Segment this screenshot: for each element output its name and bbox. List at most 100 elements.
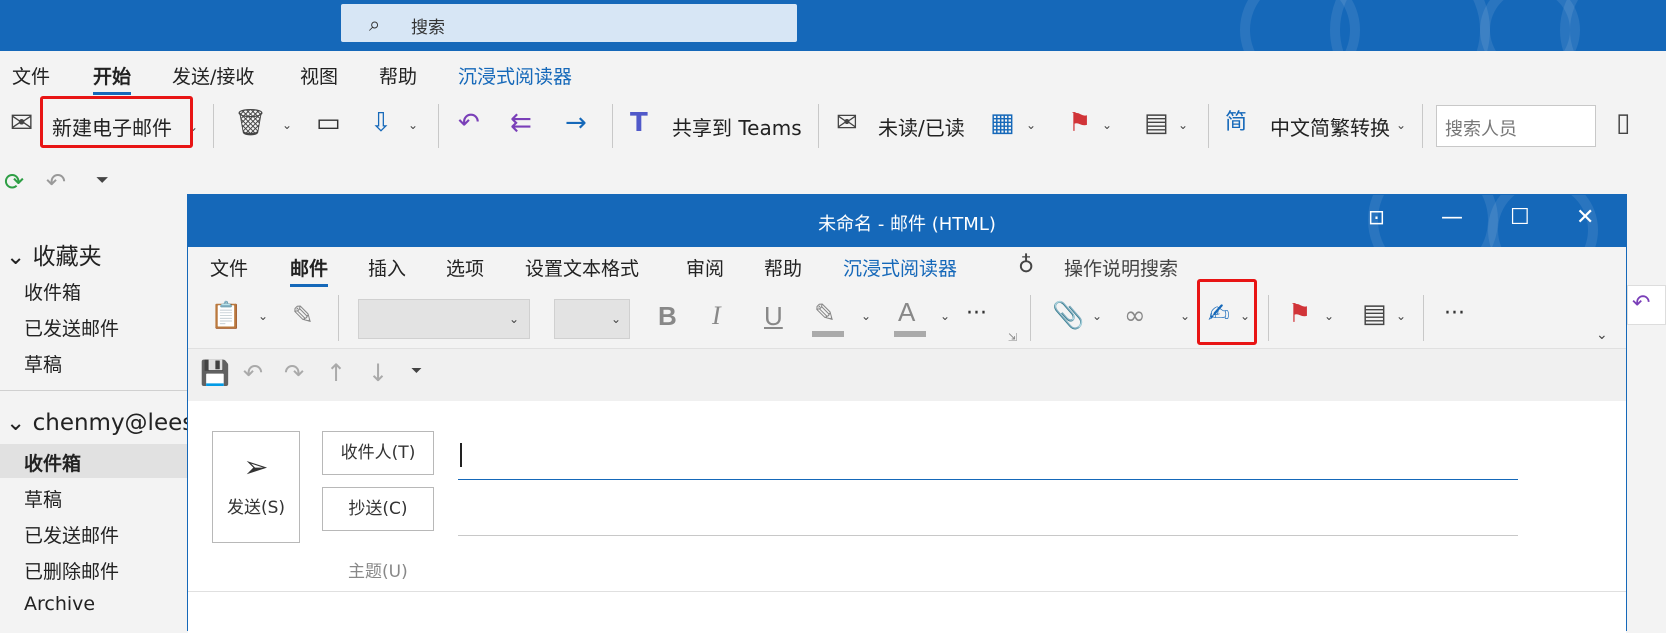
close-icon[interactable]: ✕	[1576, 205, 1594, 230]
bold-button[interactable]: B	[658, 301, 677, 331]
compose-menu-review[interactable]: 审阅	[686, 254, 724, 281]
chevron-down-icon[interactable]: ⌄	[282, 118, 292, 132]
delete-icon[interactable]: 🗑	[234, 108, 267, 138]
folder-item-sent[interactable]: 已发送邮件	[24, 314, 119, 341]
share-to-teams-button[interactable]: 共享到 Teams	[672, 112, 802, 141]
chevron-down-icon[interactable]: ⌄	[1092, 309, 1102, 323]
cc-field[interactable]	[458, 491, 1518, 535]
customize-toolbar-icon[interactable]: ⏷	[96, 170, 109, 190]
chevron-down-icon[interactable]: ⌄	[408, 118, 418, 132]
format-painter-icon[interactable]: ✎	[292, 301, 314, 331]
favorites-header[interactable]: ⌄ 收藏夹	[6, 237, 102, 271]
main-menu-bar: 文件 开始 发送/接收 视图 帮助 沉浸式阅读器	[0, 51, 1666, 96]
chevron-down-icon[interactable]: ⌄	[1324, 309, 1334, 323]
collapse-ribbon-icon[interactable]: ⌄	[1596, 327, 1608, 343]
divider	[438, 104, 439, 148]
font-size-select[interactable]: ⌄	[554, 299, 630, 339]
up-arrow-icon[interactable]: ↑	[326, 359, 346, 387]
tell-me-search[interactable]: 操作说明搜索	[1064, 254, 1178, 281]
font-family-select[interactable]: ⌄	[358, 299, 530, 339]
ribbon-display-icon[interactable]: ⊡	[1368, 205, 1385, 229]
paste-icon[interactable]: 📋	[210, 301, 242, 331]
more-format-button[interactable]: ···	[966, 299, 987, 329]
customize-toolbar-icon[interactable]: ⏷	[411, 363, 422, 379]
search-box[interactable]: ⌕ 搜索	[341, 4, 797, 42]
cc-button[interactable]: 抄送(C)	[322, 487, 434, 531]
menu-file[interactable]: 文件	[12, 62, 50, 89]
subject-field[interactable]	[458, 547, 1518, 587]
attach-file-icon[interactable]: 📎	[1052, 301, 1084, 331]
menu-home[interactable]: 开始	[93, 62, 132, 95]
flag-icon[interactable]: ⚑	[1068, 108, 1091, 138]
link-icon[interactable]: ∞	[1124, 301, 1146, 331]
reply-icon[interactable]: ↶	[458, 108, 480, 138]
undo-icon[interactable]: ↶	[46, 168, 66, 196]
divider	[0, 390, 190, 391]
save-icon[interactable]: 💾	[200, 359, 230, 387]
flag-icon[interactable]: ⚑	[1288, 299, 1311, 329]
chevron-down-icon[interactable]: ⌄	[861, 309, 871, 323]
folder-item-inbox[interactable]: 收件箱	[24, 278, 81, 305]
compose-menu-format-text[interactable]: 设置文本格式	[525, 254, 639, 281]
underline-button[interactable]: U	[764, 301, 783, 331]
compose-menu-immersive-reader[interactable]: 沉浸式阅读器	[843, 254, 957, 281]
chevron-down-icon[interactable]: ⌄	[1102, 118, 1112, 132]
highlight-icon[interactable]: ✎	[814, 299, 836, 329]
chevron-down-icon[interactable]: ⌄	[258, 309, 268, 323]
folder-item-inbox-selected[interactable]: 收件箱	[24, 449, 81, 476]
refresh-icon[interactable]: ⟳	[4, 168, 24, 196]
to-field[interactable]	[458, 435, 1518, 479]
more-commands-button[interactable]: ···	[1444, 299, 1465, 329]
folder-item-archive[interactable]: Archive	[24, 593, 95, 615]
address-book-icon[interactable]: ▯	[1616, 108, 1630, 138]
categorize-icon[interactable]: ▦	[990, 108, 1015, 138]
compose-menu-file[interactable]: 文件	[210, 254, 248, 281]
menu-send-receive[interactable]: 发送/接收	[172, 62, 254, 89]
chevron-down-icon[interactable]: ⌄	[1180, 309, 1190, 323]
folder-item-sent[interactable]: 已发送邮件	[24, 521, 119, 548]
menu-view[interactable]: 视图	[300, 62, 338, 89]
compose-title-bar: 未命名 - 邮件 (HTML) ⊡ — ☐ ✕	[188, 195, 1626, 247]
chevron-down-icon[interactable]: ⌄	[940, 309, 950, 323]
compose-menu-insert[interactable]: 插入	[368, 254, 406, 281]
chevron-down-icon[interactable]: ⌄	[1240, 309, 1250, 323]
unread-read-button[interactable]: 未读/已读	[878, 112, 965, 141]
maximize-icon[interactable]: ☐	[1510, 205, 1530, 230]
folder-pane: ⌄ 收藏夹 收件箱 已发送邮件 草稿 ⌄ chenmy@lees 收件箱 草稿 …	[0, 210, 194, 631]
folder-item-drafts[interactable]: 草稿	[24, 350, 62, 377]
divider	[1030, 295, 1031, 341]
chevron-down-icon[interactable]: ⌄	[1396, 118, 1406, 132]
rules-icon[interactable]: ▤	[1144, 108, 1169, 138]
menu-help[interactable]: 帮助	[379, 62, 417, 89]
folder-item-deleted[interactable]: 已删除邮件	[24, 557, 119, 584]
account-header[interactable]: ⌄ chenmy@lees	[6, 410, 194, 436]
signature-icon[interactable]: ✍	[1208, 299, 1230, 329]
italic-button[interactable]: I	[712, 301, 721, 331]
message-body[interactable]	[188, 593, 1626, 633]
down-arrow-icon[interactable]: ↓	[368, 359, 388, 387]
to-button[interactable]: 收件人(T)	[322, 431, 434, 475]
search-people-input[interactable]: 搜索人员	[1436, 105, 1596, 147]
compose-menu-options[interactable]: 选项	[446, 254, 484, 281]
divider	[818, 104, 819, 148]
chevron-down-icon[interactable]: ⌄	[1178, 118, 1188, 132]
chevron-down-icon[interactable]: ⌄	[1396, 309, 1406, 323]
send-button[interactable]: ➢ 发送(S)	[212, 431, 300, 543]
move-icon[interactable]: ⇩	[370, 108, 392, 138]
compose-menu-help[interactable]: 帮助	[764, 254, 802, 281]
folder-item-drafts[interactable]: 草稿	[24, 485, 62, 512]
chevron-down-icon[interactable]: ⌄	[1026, 118, 1036, 132]
minimize-icon[interactable]: —	[1441, 205, 1463, 230]
forward-icon[interactable]: →	[565, 108, 587, 138]
menu-immersive-reader[interactable]: 沉浸式阅读器	[458, 62, 572, 89]
reply-all-icon[interactable]: ⇇	[510, 108, 532, 138]
compose-menu-message[interactable]: 邮件	[290, 254, 329, 287]
archive-icon[interactable]: ▭	[316, 108, 341, 138]
undo-icon[interactable]: ↶	[243, 359, 263, 387]
chinese-convert-button[interactable]: 中文简繁转换	[1270, 112, 1390, 141]
rules-icon[interactable]: ▤	[1362, 299, 1387, 329]
reply-peek[interactable]: ↶	[1627, 285, 1666, 325]
dialog-launcher-icon[interactable]: ⇲	[1008, 331, 1017, 344]
redo-icon[interactable]: ↷	[284, 359, 304, 387]
font-color-button[interactable]: A	[898, 297, 915, 327]
